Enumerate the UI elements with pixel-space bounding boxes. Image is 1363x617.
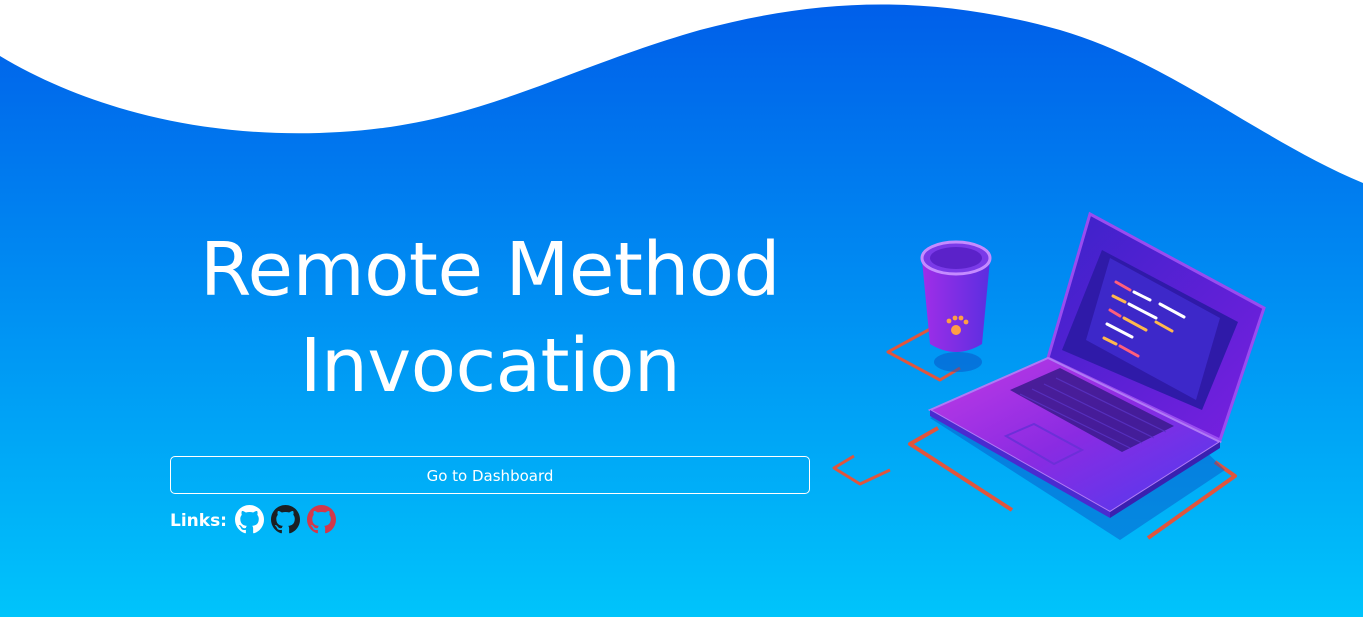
links-label: Links:: [170, 511, 227, 531]
go-to-dashboard-button[interactable]: Go to Dashboard: [170, 456, 810, 494]
landing-page: Remote Method Invocation Go to Dashboard…: [0, 0, 1363, 617]
page-title: Remote Method Invocation: [199, 227, 781, 409]
github-link-dark[interactable]: [271, 504, 300, 534]
github-icon: [271, 504, 300, 533]
links-row: Links:: [170, 503, 336, 535]
github-link-red[interactable]: [307, 504, 336, 534]
header-wave: [0, 0, 1363, 183]
laptop-illustration: [832, 211, 1266, 540]
cup-shadow: [934, 352, 982, 372]
cable-bracket: [832, 454, 891, 486]
github-icon: [235, 504, 264, 533]
cup-lid: [930, 247, 982, 269]
github-link-white[interactable]: [235, 504, 264, 534]
github-icon: [307, 504, 336, 533]
